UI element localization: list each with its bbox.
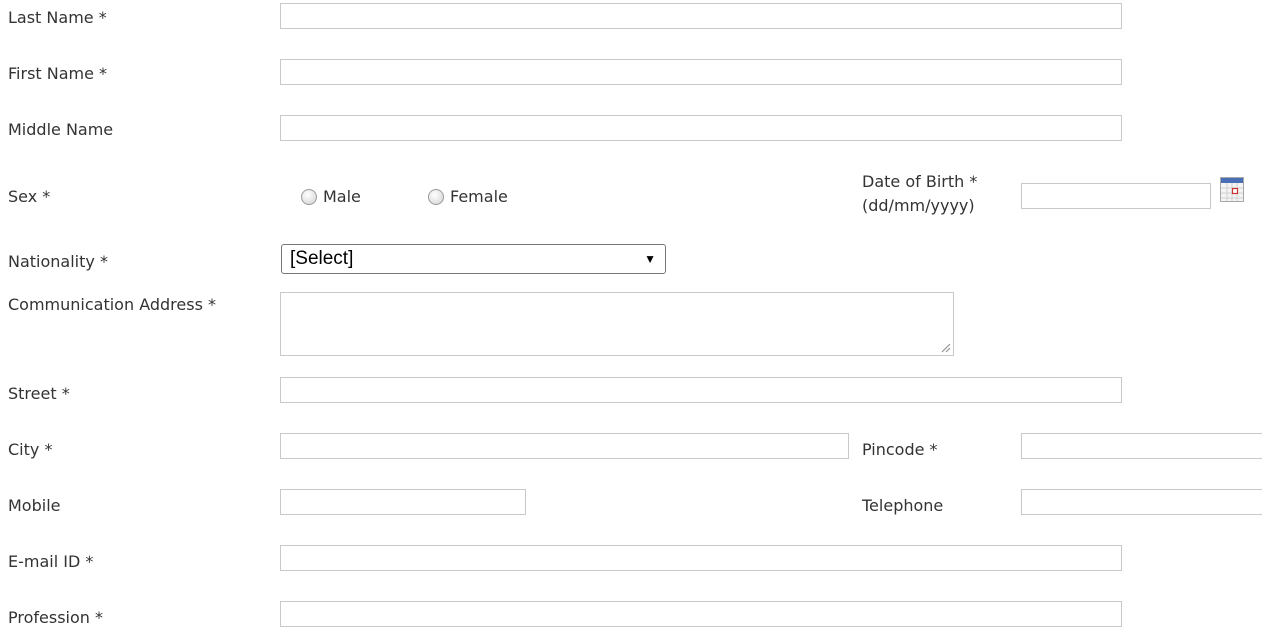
- address-textarea[interactable]: [280, 292, 954, 356]
- city-input[interactable]: [280, 433, 849, 459]
- pincode-input[interactable]: [1021, 433, 1262, 459]
- resize-grip-icon[interactable]: [941, 343, 951, 353]
- profession-label: Profession *: [8, 608, 103, 627]
- street-input[interactable]: [280, 377, 1122, 403]
- first-name-label: First Name *: [8, 64, 108, 83]
- sex-label: Sex *: [8, 187, 51, 206]
- telephone-label: Telephone: [862, 496, 944, 515]
- first-name-input[interactable]: [280, 59, 1122, 85]
- middle-name-input[interactable]: [280, 115, 1122, 141]
- pincode-label: Pincode *: [862, 440, 938, 459]
- triangle-down-icon: ▼: [644, 252, 656, 266]
- mobile-label: Mobile: [8, 496, 61, 515]
- email-label: E-mail ID *: [8, 552, 94, 571]
- nationality-selected-value: [Select]: [290, 248, 354, 269]
- address-label: Communication Address *: [8, 295, 216, 314]
- sex-option-female[interactable]: Female: [428, 187, 508, 207]
- dob-label-line1: Date of Birth *: [862, 172, 978, 191]
- dob-input[interactable]: [1021, 183, 1211, 209]
- city-label: City *: [8, 440, 53, 459]
- female-radio-label: Female: [450, 187, 508, 206]
- male-radio-label: Male: [323, 187, 361, 206]
- profession-input[interactable]: [280, 601, 1122, 627]
- female-radio[interactable]: [428, 189, 444, 205]
- nationality-label: Nationality *: [8, 252, 108, 271]
- male-radio[interactable]: [301, 189, 317, 205]
- mobile-input[interactable]: [280, 489, 526, 515]
- email-input[interactable]: [280, 545, 1122, 571]
- dob-label-line2: (dd/mm/yyyy): [862, 196, 975, 215]
- last-name-label: Last Name *: [8, 8, 107, 27]
- calendar-icon[interactable]: [1220, 177, 1244, 202]
- middle-name-label: Middle Name: [8, 120, 114, 139]
- nationality-select[interactable]: [Select] ▼: [281, 244, 666, 274]
- telephone-input[interactable]: [1021, 489, 1262, 515]
- sex-option-male[interactable]: Male: [301, 187, 361, 207]
- street-label: Street *: [8, 384, 70, 403]
- last-name-input[interactable]: [280, 3, 1122, 29]
